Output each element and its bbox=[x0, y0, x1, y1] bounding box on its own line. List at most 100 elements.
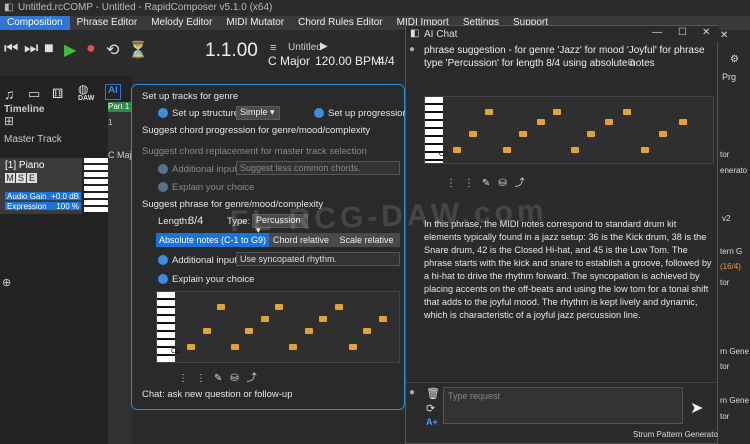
part-1-clip[interactable]: Part 1 bbox=[108, 102, 132, 112]
note[interactable] bbox=[379, 316, 387, 322]
note[interactable] bbox=[453, 147, 461, 153]
menu-composition[interactable]: Composition bbox=[0, 16, 70, 30]
record-icon[interactable]: ● bbox=[86, 40, 96, 58]
send-icon[interactable]: ➤ bbox=[690, 398, 703, 418]
right-item[interactable]: tor bbox=[720, 278, 729, 287]
note[interactable] bbox=[363, 328, 371, 334]
note[interactable] bbox=[335, 304, 343, 310]
metronome-icon[interactable]: ⏳ bbox=[128, 40, 148, 60]
note[interactable] bbox=[553, 109, 561, 115]
note[interactable] bbox=[469, 131, 477, 137]
additional-input-checkbox-2[interactable] bbox=[158, 255, 168, 265]
chat-phrase-grid[interactable]: C2 bbox=[424, 96, 714, 164]
structure-select[interactable]: Simple ▾ bbox=[236, 106, 280, 120]
note[interactable] bbox=[605, 119, 613, 125]
right-item[interactable]: tor bbox=[720, 362, 729, 371]
dice-icon[interactable]: ⚅ bbox=[52, 86, 63, 102]
note[interactable] bbox=[519, 131, 527, 137]
grid-icon[interactable]: ⋮⋮ bbox=[178, 373, 214, 384]
right-item[interactable]: v2 bbox=[722, 214, 730, 223]
add-timeline-icon[interactable]: ⊞ bbox=[4, 114, 14, 128]
note[interactable] bbox=[537, 119, 545, 125]
maximize-icon[interactable]: ☐ bbox=[678, 27, 687, 38]
pencil-icon[interactable]: ✎ bbox=[482, 178, 498, 189]
menu-melody-editor[interactable]: Melody Editor bbox=[144, 16, 219, 30]
note[interactable] bbox=[679, 119, 687, 125]
mute-button[interactable]: M bbox=[5, 173, 15, 183]
right-item[interactable]: tor bbox=[720, 150, 729, 159]
additional-input-checkbox-1[interactable] bbox=[158, 164, 168, 174]
font-size-plus[interactable]: A+ bbox=[426, 417, 438, 427]
explain-choice-checkbox-1[interactable] bbox=[158, 182, 168, 192]
note[interactable] bbox=[231, 344, 239, 350]
setup-progressions-checkbox[interactable] bbox=[314, 108, 324, 118]
right-item[interactable]: tor bbox=[720, 412, 729, 421]
right-item[interactable]: tern G bbox=[720, 247, 742, 256]
ai-icon[interactable]: AI bbox=[105, 84, 121, 100]
refresh-icon[interactable]: ⟳ bbox=[426, 402, 435, 415]
note[interactable] bbox=[275, 304, 283, 310]
note[interactable] bbox=[623, 109, 631, 115]
note-icon[interactable]: ♫ bbox=[4, 86, 15, 102]
note[interactable] bbox=[485, 109, 493, 115]
menu-midi-mutator[interactable]: MIDI Mutator bbox=[219, 16, 291, 30]
loop-icon[interactable]: ⟲ bbox=[106, 40, 119, 60]
suggest-chord-progression[interactable]: Suggest chord progression for genre/mood… bbox=[142, 125, 370, 136]
setup-header[interactable]: Set up tracks for genre bbox=[142, 91, 238, 102]
edit-button[interactable]: E bbox=[27, 173, 37, 183]
note[interactable] bbox=[187, 344, 195, 350]
trash-icon[interactable]: 🗑 bbox=[426, 387, 440, 400]
song-play-icon[interactable]: ▶ bbox=[320, 41, 328, 52]
menu-phrase-editor[interactable]: Phrase Editor bbox=[70, 16, 145, 30]
note[interactable] bbox=[503, 147, 511, 153]
expression-slider[interactable]: Expression 100 % bbox=[5, 202, 81, 211]
add-track-icon[interactable]: ⊕ bbox=[2, 276, 11, 289]
export-icon[interactable]: ⤴ bbox=[247, 373, 265, 384]
note[interactable] bbox=[571, 147, 579, 153]
skip-forward-icon[interactable]: ⏭ bbox=[24, 40, 38, 58]
right-item[interactable]: rn Gene bbox=[720, 347, 749, 356]
note[interactable] bbox=[305, 328, 313, 334]
piano-track-header[interactable]: [1] Piano MSE Audio Gain +0.0 dB Express… bbox=[0, 158, 82, 214]
minimize-icon[interactable]: — bbox=[652, 27, 662, 38]
note[interactable] bbox=[289, 344, 297, 350]
note[interactable] bbox=[587, 131, 595, 137]
copy-icon[interactable]: ⧉ bbox=[628, 58, 635, 69]
note[interactable] bbox=[641, 147, 649, 153]
additional-input-field-1[interactable]: Suggest less common chords. bbox=[236, 161, 400, 175]
length-value[interactable]: 8/4 bbox=[188, 215, 203, 227]
note[interactable] bbox=[245, 328, 253, 334]
note[interactable] bbox=[203, 328, 211, 334]
play-icon[interactable]: ▶ bbox=[64, 40, 76, 60]
explain-choice-checkbox-2[interactable] bbox=[158, 274, 168, 284]
export-icon[interactable]: ⤴ bbox=[515, 178, 533, 189]
chat-footer-label[interactable]: Chat: ask new question or follow-up bbox=[142, 389, 293, 400]
pencil-icon[interactable]: ✎ bbox=[214, 373, 230, 384]
right-close-icon[interactable]: ✕ bbox=[720, 30, 728, 41]
suggest-chord-replacement[interactable]: Suggest chord replacement for master tra… bbox=[142, 146, 367, 157]
daw-icon[interactable]: ◍ bbox=[78, 82, 88, 96]
note[interactable] bbox=[319, 316, 327, 322]
note[interactable] bbox=[349, 344, 357, 350]
note[interactable] bbox=[659, 131, 667, 137]
skip-back-icon[interactable]: ⏮ bbox=[4, 40, 18, 58]
close-icon[interactable]: ✕ bbox=[702, 27, 710, 38]
right-settings-icon[interactable]: ⚙ bbox=[730, 54, 739, 65]
solo-button[interactable]: S bbox=[16, 173, 26, 183]
grid-icon[interactable]: ⋮⋮ bbox=[446, 178, 482, 189]
database-icon[interactable]: ⛁ bbox=[230, 373, 246, 384]
strum-pattern-generator[interactable]: Strum Pattern Generato bbox=[633, 430, 718, 439]
note[interactable] bbox=[217, 304, 225, 310]
right-item[interactable]: (16/4) bbox=[720, 262, 741, 271]
stop-icon[interactable]: ■ bbox=[44, 40, 54, 58]
audio-gain-slider[interactable]: Audio Gain +0.0 dB bbox=[5, 192, 81, 201]
note[interactable] bbox=[261, 316, 269, 322]
chat-request-input[interactable]: Type request bbox=[443, 387, 683, 424]
additional-input-field-2[interactable]: Use syncopated rhythm. bbox=[236, 252, 400, 266]
setup-structure-checkbox[interactable] bbox=[158, 108, 168, 118]
popup-phrase-grid[interactable]: C2 bbox=[156, 291, 400, 363]
clip-icon[interactable]: ▭ bbox=[28, 86, 40, 102]
database-icon[interactable]: ⛁ bbox=[498, 178, 514, 189]
menu-chord-rules-editor[interactable]: Chord Rules Editor bbox=[291, 16, 389, 30]
right-item[interactable]: enerato bbox=[720, 166, 747, 175]
